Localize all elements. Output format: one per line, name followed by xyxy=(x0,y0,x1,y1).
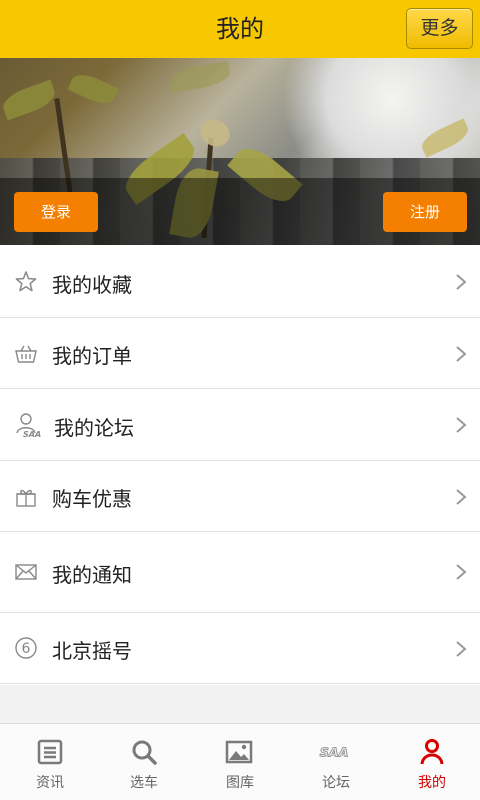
profile-menu: 我的收藏 我的订单 SAA 我的论坛 购车优惠 我的通知 6 北京摇号 xyxy=(0,245,480,685)
plant-leaf xyxy=(67,69,119,109)
menu-item-orders[interactable]: 我的订单 xyxy=(0,318,480,389)
chevron-right-icon xyxy=(456,489,467,505)
tab-mine[interactable]: 我的 xyxy=(384,724,480,800)
chevron-right-icon xyxy=(456,417,467,433)
saa-user-icon: SAA xyxy=(16,413,41,439)
chevron-right-icon xyxy=(456,346,467,362)
plant-leaf xyxy=(0,79,59,121)
register-button[interactable]: 注册 xyxy=(383,192,467,232)
svg-text:SAA: SAA xyxy=(320,745,349,760)
menu-item-label: 北京摇号 xyxy=(52,639,132,663)
menu-item-beijing-lottery[interactable]: 6 北京摇号 xyxy=(0,613,480,684)
tab-label: 论坛 xyxy=(322,775,350,791)
chevron-right-icon xyxy=(456,564,467,580)
number-six-icon: 6 xyxy=(15,637,37,659)
menu-item-label: 我的订单 xyxy=(52,344,132,368)
chevron-right-icon xyxy=(456,274,467,290)
menu-item-label: 我的收藏 xyxy=(52,273,132,297)
tab-news[interactable]: 资讯 xyxy=(2,724,98,800)
menu-item-label: 购车优惠 xyxy=(52,487,132,511)
profile-banner: 登录 注册 xyxy=(0,58,480,245)
tab-gallery[interactable]: 图库 xyxy=(192,724,288,800)
tab-choose-car[interactable]: 选车 xyxy=(96,724,192,800)
menu-item-car-deals[interactable]: 购车优惠 xyxy=(0,461,480,532)
plant-leaf xyxy=(168,60,232,94)
chevron-right-icon xyxy=(456,641,467,657)
menu-item-favorites[interactable]: 我的收藏 xyxy=(0,245,480,318)
gift-icon xyxy=(16,489,36,507)
menu-item-forum[interactable]: SAA 我的论坛 xyxy=(0,389,480,461)
tab-label: 图库 xyxy=(226,775,254,791)
menu-item-notifications[interactable]: 我的通知 xyxy=(0,532,480,613)
tab-label: 选车 xyxy=(130,775,158,791)
star-icon xyxy=(15,271,37,292)
svg-text:SAA: SAA xyxy=(23,430,41,439)
plant-bud xyxy=(195,114,235,152)
saa-icon: SAA xyxy=(319,744,349,760)
menu-item-label: 我的通知 xyxy=(52,563,132,587)
tab-label: 我的 xyxy=(418,775,446,791)
top-bar: 我的 更多 xyxy=(0,0,480,58)
tab-forum[interactable]: SAA 论坛 xyxy=(288,724,384,800)
more-button[interactable]: 更多 xyxy=(406,8,473,49)
basket-icon xyxy=(15,345,37,363)
search-icon xyxy=(132,740,157,765)
tab-label: 资讯 xyxy=(36,775,64,791)
bottom-tab-bar: 资讯 选车 图库 SAA 论坛 我的 xyxy=(0,723,480,800)
svg-text:6: 6 xyxy=(22,641,31,657)
menu-item-label: 我的论坛 xyxy=(54,416,134,440)
login-button[interactable]: 登录 xyxy=(14,192,98,232)
mail-icon xyxy=(15,564,37,580)
news-icon xyxy=(37,739,63,765)
image-icon xyxy=(225,740,253,764)
person-icon xyxy=(420,739,444,765)
